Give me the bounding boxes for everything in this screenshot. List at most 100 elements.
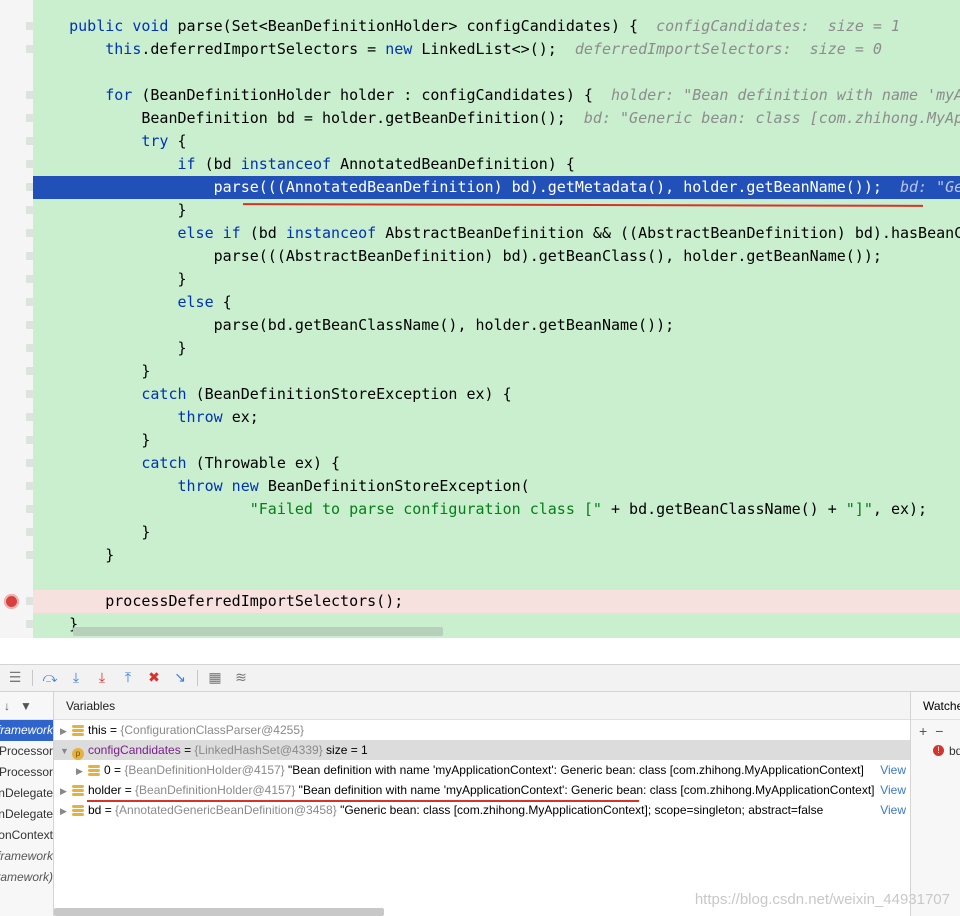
- code-line[interactable]: }: [33, 429, 960, 452]
- code-editor[interactable]: } processDeferredImportSelectors(); } } …: [33, 0, 960, 638]
- filter-icon[interactable]: ▼: [20, 699, 32, 713]
- equals-sign: =: [101, 803, 116, 817]
- variable-row[interactable]: ▶ 0 = {BeanDefinitionHolder@4157} "Bean d…: [54, 760, 910, 780]
- variable-row[interactable]: ▶ this = {ConfigurationClassParser@4255}: [54, 720, 910, 740]
- code-token: parse(Set<BeanDefinitionHolder> configCa…: [177, 17, 657, 35]
- view-link[interactable]: View: [876, 780, 906, 800]
- menu-icon[interactable]: ☰: [2, 667, 28, 689]
- code-line[interactable]: }: [33, 337, 960, 360]
- down-arrow-icon[interactable]: ↓: [4, 699, 10, 713]
- variable-name: configCandidates: [88, 743, 181, 757]
- drop-frame-icon[interactable]: ✖: [141, 667, 167, 689]
- code-line[interactable]: }: [33, 360, 960, 383]
- view-link[interactable]: View: [876, 800, 906, 820]
- variables-scrollbar[interactable]: [54, 908, 384, 916]
- breakpoint-icon[interactable]: [4, 594, 19, 609]
- code-line[interactable]: catch (Throwable ex) {: [33, 452, 960, 475]
- variable-value: "Bean definition with name 'myApplicatio…: [295, 783, 875, 797]
- expand-toggle-icon[interactable]: ▶: [60, 781, 72, 800]
- code-line[interactable]: [33, 567, 960, 590]
- variable-name: bd: [88, 803, 102, 817]
- remove-watch-icon[interactable]: −: [935, 723, 943, 739]
- code-line[interactable]: }: [33, 521, 960, 544]
- stack-frame[interactable]: nfigurationClassPostProcessor: [0, 762, 53, 783]
- code-token: (BeanDefinitionStoreException ex) {: [195, 385, 512, 403]
- code-line[interactable]: BeanDefinition bd = holder.getBeanDefini…: [33, 107, 960, 130]
- code-line[interactable]: parse(bd.getBeanClassName(), holder.getB…: [33, 314, 960, 337]
- step-into-icon[interactable]: ⤓: [89, 667, 115, 689]
- code-token: parse(((AbstractBeanDefinition) bd).getB…: [33, 247, 882, 265]
- variable-type: {BeanDefinitionHolder@4157}: [124, 763, 285, 777]
- trace-stream-icon[interactable]: ≋: [228, 667, 254, 689]
- toolbar-divider: [197, 670, 198, 686]
- keyword-token: new: [385, 40, 422, 58]
- stack-frame[interactable]: rationClassPostProcessor: [0, 741, 53, 762]
- stack-frame[interactable]: springframework: [0, 720, 53, 741]
- code-line[interactable]: }: [33, 199, 960, 222]
- code-token: (Throwable ex) {: [195, 454, 341, 472]
- code-token: LinkedList<>();: [421, 40, 575, 58]
- keyword-token: else: [177, 293, 223, 311]
- code-line[interactable]: [33, 61, 960, 84]
- inline-debug-value: holder: "Bean definition with name 'myAp…: [610, 86, 960, 104]
- code-line[interactable]: this.deferredImportSelectors = new Linke…: [33, 38, 960, 61]
- stack-frame[interactable]: rg.springframework: [0, 846, 53, 867]
- variable-row[interactable]: ▶ holder = {BeanDefinitionHolder@4157} "B…: [54, 780, 910, 800]
- show-execution-point-icon[interactable]: ⤼: [37, 667, 63, 689]
- keyword-token: for: [105, 86, 142, 104]
- code-line[interactable]: }: [33, 268, 960, 291]
- code-line[interactable]: else {: [33, 291, 960, 314]
- code-line[interactable]: for (BeanDefinitionHolder holder : confi…: [33, 84, 960, 107]
- variable-name: this: [88, 723, 107, 737]
- variable-row[interactable]: ▼ p configCandidates = {LinkedHashSet@4339…: [54, 740, 910, 760]
- keyword-token: throw: [177, 408, 232, 426]
- stack-frame[interactable]: rs:271, PostProcessorRegistrationDelegat…: [0, 783, 53, 804]
- code-line[interactable]: public void parse(Set<BeanDefinitionHold…: [33, 15, 960, 38]
- code-token: }: [33, 270, 187, 288]
- watch-item[interactable]: ! bd: [911, 742, 960, 760]
- variable-row[interactable]: ▶ bd = {AnnotatedGenericBeanDefinition@34…: [54, 800, 910, 820]
- add-watch-icon[interactable]: +: [919, 723, 927, 739]
- code-line[interactable]: parse(((AbstractBeanDefinition) bd).getB…: [33, 245, 960, 268]
- run-to-cursor-icon[interactable]: ↘: [167, 667, 193, 689]
- evaluate-expression-icon[interactable]: ▦: [202, 667, 228, 689]
- code-line[interactable]: catch (BeanDefinitionStoreException ex) …: [33, 383, 960, 406]
- keyword-token: try: [141, 132, 178, 150]
- code-token: (bd: [204, 155, 241, 173]
- code-line[interactable]: if (bd instanceof AnnotatedBeanDefinitio…: [33, 153, 960, 176]
- variable-value: size = 1: [322, 743, 368, 757]
- code-line[interactable]: else if (bd instanceof AbstractBeanDefin…: [33, 222, 960, 245]
- view-link[interactable]: View: [876, 760, 906, 780]
- code-line[interactable]: throw new BeanDefinitionStoreException(: [33, 475, 960, 498]
- code-line[interactable]: "Failed to parse configuration class [" …: [33, 498, 960, 521]
- inline-debug-value: configCandidates: size = 1: [656, 17, 900, 35]
- watch-item-label: bd: [949, 744, 960, 758]
- code-token: , ex);: [872, 500, 928, 518]
- code-line[interactable]: processDeferredImportSelectors();: [33, 590, 960, 613]
- expand-toggle-icon[interactable]: ▶: [76, 761, 88, 780]
- expand-toggle-icon[interactable]: ▶: [60, 721, 72, 740]
- code-token: AbstractBeanDefinition && ((AbstractBean…: [385, 224, 960, 242]
- stack-frame[interactable]: ontext (org.springframework): [0, 867, 53, 888]
- step-out-icon[interactable]: ⤒: [115, 667, 141, 689]
- variable-name: holder: [88, 783, 122, 797]
- frames-toolbar: ↓ ▼: [0, 692, 53, 720]
- stack-frame[interactable]: Processors:93, PostProcessorRegistration…: [0, 804, 53, 825]
- horizontal-scrollbar[interactable]: [73, 627, 443, 636]
- editor-gutter[interactable]: [0, 0, 34, 638]
- equals-sign: =: [106, 723, 121, 737]
- stack-frame[interactable]: stractApplicationContext: [0, 825, 53, 846]
- expand-toggle-icon[interactable]: ▶: [60, 801, 72, 820]
- step-over-icon[interactable]: ⤓: [63, 667, 89, 689]
- current-execution-line[interactable]: parse(((AnnotatedBeanDefinition) bd).get…: [33, 176, 960, 199]
- code-line[interactable]: try {: [33, 130, 960, 153]
- code-line[interactable]: throw ex;: [33, 406, 960, 429]
- code-line[interactable]: }: [33, 544, 960, 567]
- expand-toggle-icon[interactable]: ▼: [60, 741, 72, 760]
- code-token: parse(bd.getBeanClassName(), holder.getB…: [33, 316, 675, 334]
